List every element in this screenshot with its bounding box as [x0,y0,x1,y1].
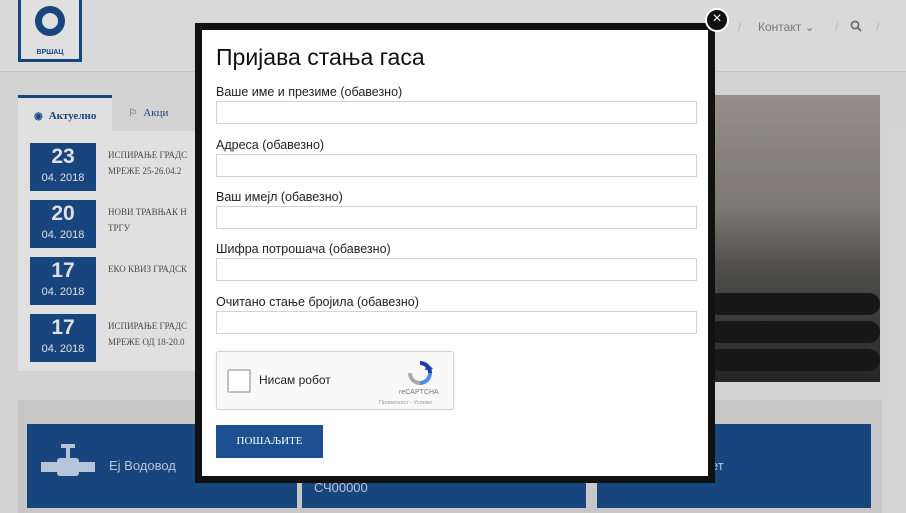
meter-reading-field-label: Очитано стање бројила (обавезно) [216,295,419,309]
email-field[interactable] [216,206,697,229]
name-field-label: Ваше име и презиме (обавезно) [216,85,403,99]
recaptcha-widget: Нисам робот reCAPTCHA Приватност - Услов… [216,351,454,410]
recaptcha-checkbox[interactable] [227,369,251,393]
recaptcha-terms-link[interactable]: Приватност - Услови [379,400,432,406]
modal-title: Пријава стања гаса [216,44,425,70]
meter-reading-field[interactable] [216,311,697,334]
recaptcha-brand: reCAPTCHA [399,389,439,396]
gas-reading-modal: Пријава стања гаса Ваше име и презиме (о… [195,23,715,483]
close-icon[interactable]: × [705,8,729,32]
submit-button[interactable]: ПОШАЉИТЕ [216,425,323,458]
email-field-label: Ваш имејл (обавезно) [216,190,343,204]
recaptcha-label: Нисам робот [259,373,331,387]
address-field-label: Адреса (обавезно) [216,138,325,152]
customer-code-field-label: Шифра потрошача (обавезно) [216,242,391,256]
address-field[interactable] [216,154,697,177]
recaptcha-logo-icon [408,361,433,385]
customer-code-field[interactable] [216,258,697,281]
name-field[interactable] [216,101,697,124]
